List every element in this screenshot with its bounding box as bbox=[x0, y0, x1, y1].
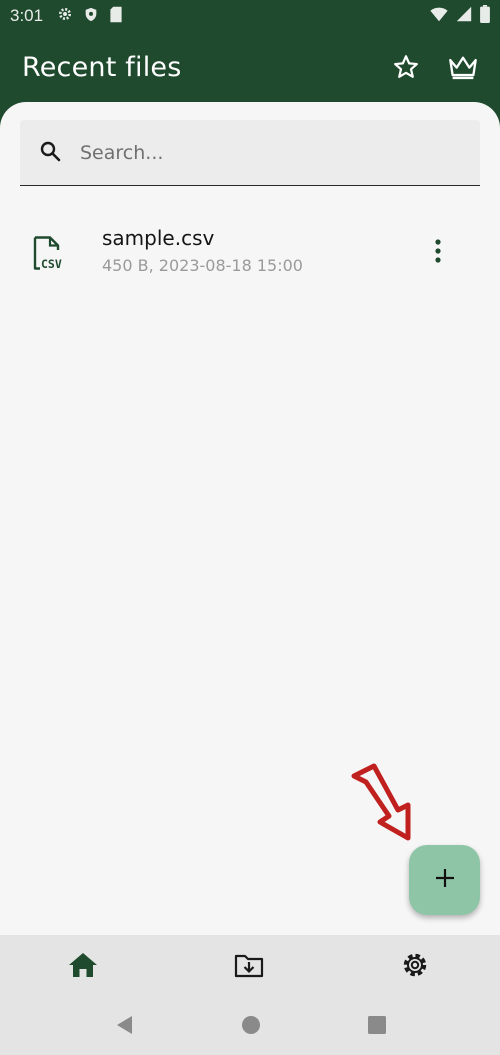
search-input[interactable] bbox=[80, 141, 440, 164]
shield-icon bbox=[83, 6, 99, 27]
plus-icon bbox=[434, 867, 456, 893]
search-icon bbox=[38, 139, 62, 167]
nav-item-downloads[interactable] bbox=[166, 952, 332, 982]
nav-item-settings[interactable] bbox=[332, 951, 498, 983]
system-nav-bar bbox=[0, 998, 500, 1055]
csv-file-icon: CSV bbox=[32, 236, 70, 274]
csv-icon-label: CSV bbox=[41, 257, 62, 270]
folder-download-icon bbox=[234, 952, 264, 982]
main-content: CSV sample.csv 450 B, 2023-08-18 15:00 bbox=[0, 102, 500, 935]
page-title: Recent files bbox=[22, 51, 182, 83]
gear-icon bbox=[401, 951, 429, 983]
signal-icon bbox=[456, 6, 472, 26]
nav-item-home[interactable] bbox=[0, 951, 166, 983]
status-time: 3:01 bbox=[10, 6, 44, 25]
more-options-icon[interactable] bbox=[426, 238, 450, 268]
wifi-icon bbox=[430, 7, 448, 26]
app-bar: Recent files bbox=[0, 32, 500, 102]
list-item[interactable]: CSV sample.csv 450 B, 2023-08-18 15:00 bbox=[0, 212, 500, 292]
file-name: sample.csv bbox=[102, 226, 215, 250]
back-icon[interactable] bbox=[114, 1014, 134, 1040]
home-icon bbox=[67, 951, 99, 983]
annotation-arrow-icon bbox=[346, 762, 420, 848]
sd-card-icon bbox=[109, 6, 123, 27]
recents-icon[interactable] bbox=[368, 1015, 387, 1038]
file-meta: 450 B, 2023-08-18 15:00 bbox=[102, 256, 303, 275]
home-circle-icon[interactable] bbox=[241, 1015, 261, 1039]
star-icon[interactable] bbox=[392, 53, 420, 81]
status-bar: 3:01 bbox=[0, 0, 500, 32]
search-bar[interactable] bbox=[20, 120, 480, 186]
crown-icon[interactable] bbox=[448, 54, 478, 80]
battery-icon bbox=[480, 5, 490, 27]
bottom-nav bbox=[0, 935, 500, 998]
settings-icon bbox=[57, 6, 73, 26]
add-file-button[interactable] bbox=[409, 845, 480, 915]
